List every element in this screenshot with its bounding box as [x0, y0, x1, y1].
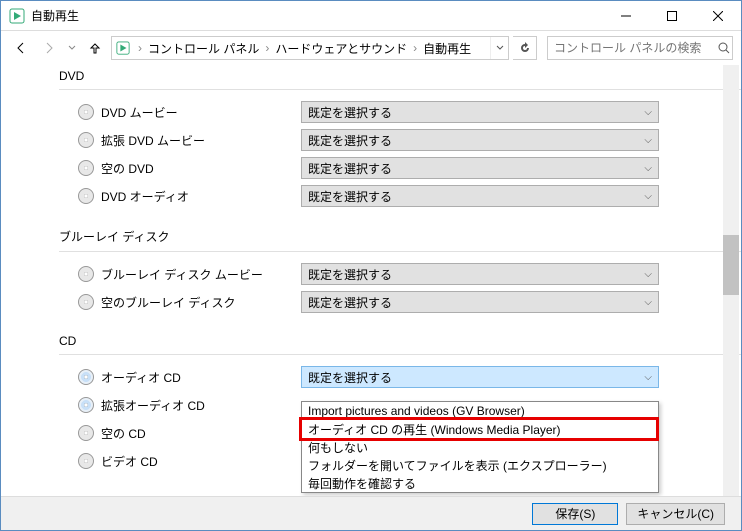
section-header-cd: CD [59, 330, 741, 354]
setting-row: DVD オーディオ 既定を選択する⌵ [59, 182, 701, 210]
disc-icon [77, 187, 95, 205]
default-select[interactable]: 既定を選択する⌵ [301, 185, 659, 207]
disc-cd-icon [77, 368, 95, 386]
up-button[interactable] [83, 36, 107, 60]
disc-icon [77, 131, 95, 149]
maximize-button[interactable] [649, 1, 695, 30]
breadcrumb-segment[interactable]: 自動再生 [421, 37, 473, 59]
default-select[interactable]: 既定を選択する⌵ [301, 263, 659, 285]
close-button[interactable] [695, 1, 741, 30]
dropdown-option[interactable]: Import pictures and videos (GV Browser) [302, 402, 658, 420]
default-select[interactable]: 既定を選択する⌵ [301, 291, 659, 313]
dropdown-option[interactable]: フォルダーを開いてファイルを表示 (エクスプローラー) [302, 456, 658, 474]
section-header-dvd: DVD [59, 65, 741, 89]
chevron-right-icon: › [134, 41, 146, 55]
row-label: ブルーレイ ディスク ムービー [101, 266, 301, 283]
back-button[interactable] [9, 36, 33, 60]
dropdown-option[interactable]: 何もしない [302, 438, 658, 456]
disc-icon [77, 265, 95, 283]
disc-icon [77, 452, 95, 470]
row-label: 空のブルーレイ ディスク [101, 294, 301, 311]
setting-row: 空のブルーレイ ディスク 既定を選択する⌵ [59, 288, 701, 316]
chevron-down-icon: ⌵ [644, 135, 652, 146]
section-header-bluray: ブルーレイ ディスク [59, 224, 741, 251]
autoplay-icon [112, 41, 134, 55]
forward-button[interactable] [37, 36, 61, 60]
minimize-button[interactable] [603, 1, 649, 30]
setting-row: 拡張 DVD ムービー 既定を選択する⌵ [59, 126, 701, 154]
chevron-down-icon: ⌵ [644, 297, 652, 308]
dropdown-option[interactable]: オーディオ CD の再生 (Windows Media Player) [302, 420, 658, 438]
history-dropdown[interactable] [65, 44, 79, 52]
row-label: DVD ムービー [101, 104, 301, 121]
navbar: › コントロール パネル › ハードウェアとサウンド › 自動再生 [1, 31, 741, 65]
disc-blank-icon [77, 159, 95, 177]
chevron-down-icon: ⌵ [644, 107, 652, 118]
setting-row: 空の DVD 既定を選択する⌵ [59, 154, 701, 182]
setting-row: オーディオ CD 既定を選択する⌵ [59, 363, 701, 391]
row-label: オーディオ CD [101, 369, 301, 386]
window-title: 自動再生 [31, 7, 603, 24]
cancel-button[interactable]: キャンセル(C) [626, 503, 725, 525]
footer: 保存(S) キャンセル(C) [1, 496, 741, 530]
vertical-scrollbar[interactable] [723, 65, 739, 496]
row-label: 拡張 DVD ムービー [101, 132, 301, 149]
titlebar: 自動再生 [1, 1, 741, 31]
setting-row: DVD ムービー 既定を選択する⌵ [59, 98, 701, 126]
default-select[interactable]: 既定を選択する⌵ [301, 129, 659, 151]
refresh-button[interactable] [513, 36, 537, 60]
default-select[interactable]: 既定を選択する⌵ [301, 101, 659, 123]
row-label: 空の CD [101, 425, 301, 442]
chevron-down-icon: ⌵ [644, 269, 652, 280]
breadcrumb-segment[interactable]: ハードウェアとサウンド [273, 37, 409, 59]
breadcrumb-segment[interactable]: コントロール パネル [146, 37, 261, 59]
setting-row: ブルーレイ ディスク ムービー 既定を選択する⌵ [59, 260, 701, 288]
default-select[interactable]: 既定を選択する⌵ [301, 366, 659, 388]
autoplay-icon [9, 8, 25, 24]
search-icon[interactable] [715, 42, 732, 54]
default-select[interactable]: 既定を選択する⌵ [301, 157, 659, 179]
save-button[interactable]: 保存(S) [532, 503, 618, 525]
chevron-down-icon: ⌵ [644, 372, 652, 383]
address-dropdown[interactable] [490, 37, 508, 59]
disc-icon [77, 103, 95, 121]
chevron-right-icon: › [409, 41, 421, 55]
disc-cd-icon [77, 396, 95, 414]
content-area: DVD DVD ムービー 既定を選択する⌵ 拡張 DVD ムービー 既定を選択す… [1, 65, 741, 496]
disc-blank-icon [77, 293, 95, 311]
row-label: ビデオ CD [101, 453, 301, 470]
row-label: DVD オーディオ [101, 188, 301, 205]
address-bar[interactable]: › コントロール パネル › ハードウェアとサウンド › 自動再生 [111, 36, 509, 60]
chevron-down-icon: ⌵ [644, 191, 652, 202]
row-label: 空の DVD [101, 160, 301, 177]
dropdown-option[interactable]: 毎回動作を確認する [302, 474, 658, 492]
dropdown-list: Import pictures and videos (GV Browser) … [301, 401, 659, 493]
chevron-down-icon: ⌵ [644, 163, 652, 174]
scroll-thumb[interactable] [723, 235, 739, 295]
search-box[interactable] [547, 36, 733, 60]
chevron-right-icon: › [261, 41, 273, 55]
search-input[interactable] [548, 41, 715, 55]
row-label: 拡張オーディオ CD [101, 397, 301, 414]
disc-blank-icon [77, 424, 95, 442]
